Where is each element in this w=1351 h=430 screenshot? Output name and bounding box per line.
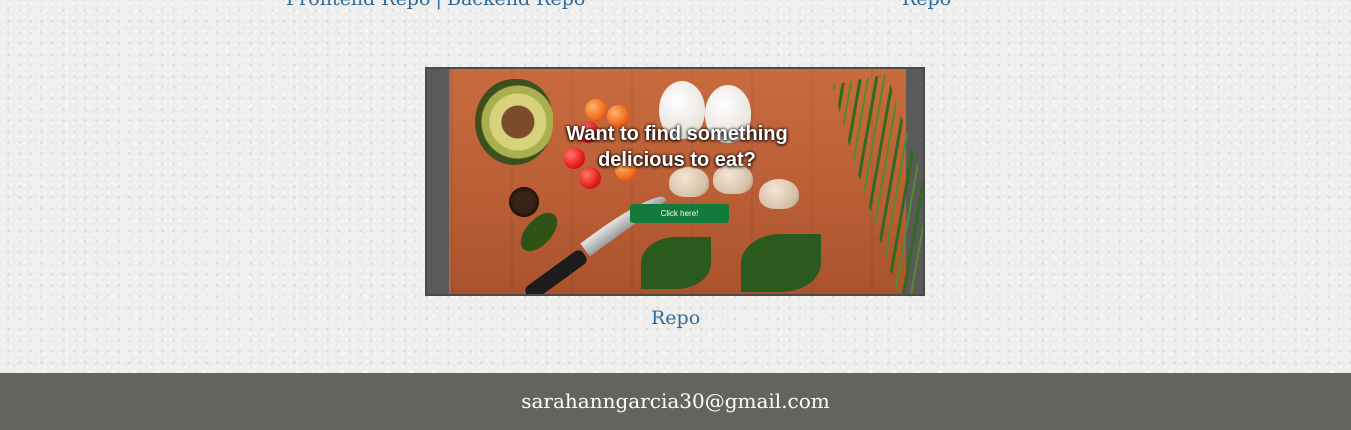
click-here-button[interactable]: Click here! xyxy=(630,204,729,223)
project-repo-link[interactable]: Repo xyxy=(651,306,700,330)
frontend-repo-link[interactable]: Frontend Repo xyxy=(286,0,430,10)
knife-handle-image xyxy=(522,247,590,294)
mushroom-image xyxy=(759,179,799,209)
spinach-image xyxy=(741,234,821,292)
link-separator: | xyxy=(436,0,442,10)
footer-email-link[interactable]: sarahanngarcia30@gmail.com xyxy=(521,388,830,414)
project-screenshot[interactable]: Want to find something delicious to eat?… xyxy=(425,67,925,296)
backend-repo-link[interactable]: Backend Repo xyxy=(447,0,585,10)
previous-project-repo-link[interactable]: Repo xyxy=(902,0,951,11)
spinach-image xyxy=(641,237,711,289)
tomato-image xyxy=(585,99,607,121)
footer: sarahanngarcia30@gmail.com xyxy=(0,373,1351,430)
green-onion-image xyxy=(832,74,923,294)
board-hole xyxy=(509,187,539,217)
cutting-board-image xyxy=(451,69,923,294)
previous-project-links: Frontend Repo | Backend Repo xyxy=(286,0,585,12)
project-image-heading: Want to find something delicious to eat? xyxy=(566,123,788,171)
